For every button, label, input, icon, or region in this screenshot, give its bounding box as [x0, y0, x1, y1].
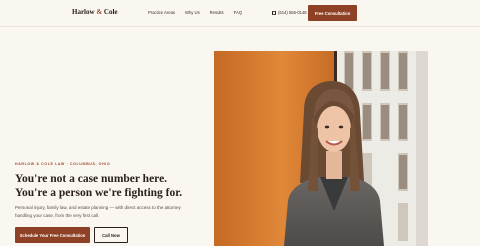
brand-name-b: Cole — [103, 8, 118, 16]
call-now-button[interactable]: Call Now — [94, 227, 128, 243]
phone-link[interactable]: (614) 555-0148 — [272, 10, 307, 15]
schedule-consultation-button[interactable]: Schedule Your Free Consultation — [15, 227, 90, 243]
nav-link-faq[interactable]: FAQ — [234, 10, 242, 15]
hero-headline: You're not a case number here. You're a … — [15, 172, 182, 200]
free-consultation-button[interactable]: Free Consultation — [308, 5, 357, 21]
attorney-portrait — [214, 51, 428, 246]
nav-menu: Practice Areas Why Us Results FAQ — [148, 10, 252, 15]
headline-line-1: You're not a case number here. — [15, 173, 168, 185]
headline-line-2: You're a person we're fighting for. — [15, 187, 183, 199]
nav-link-results[interactable]: Results — [210, 10, 224, 15]
top-navigation: Harlow & Cole Practice Areas Why Us Resu… — [0, 0, 480, 27]
phone-icon — [272, 10, 276, 15]
hero-subtext: Personal injury, family law, and estate … — [15, 205, 181, 218]
brand-logo[interactable]: Harlow & Cole — [72, 8, 118, 16]
nav-link-why-us[interactable]: Why Us — [185, 10, 200, 15]
hero-eyebrow: HARLOW & COLE LAW · COLUMBUS, OHIO — [15, 162, 111, 166]
nav-link-practice-areas[interactable]: Practice Areas — [148, 10, 175, 15]
phone-number: (614) 555-0148 — [278, 10, 307, 15]
brand-ampersand: & — [96, 8, 103, 16]
brand-name-a: Harlow — [72, 8, 95, 16]
hero-photo — [214, 51, 428, 246]
